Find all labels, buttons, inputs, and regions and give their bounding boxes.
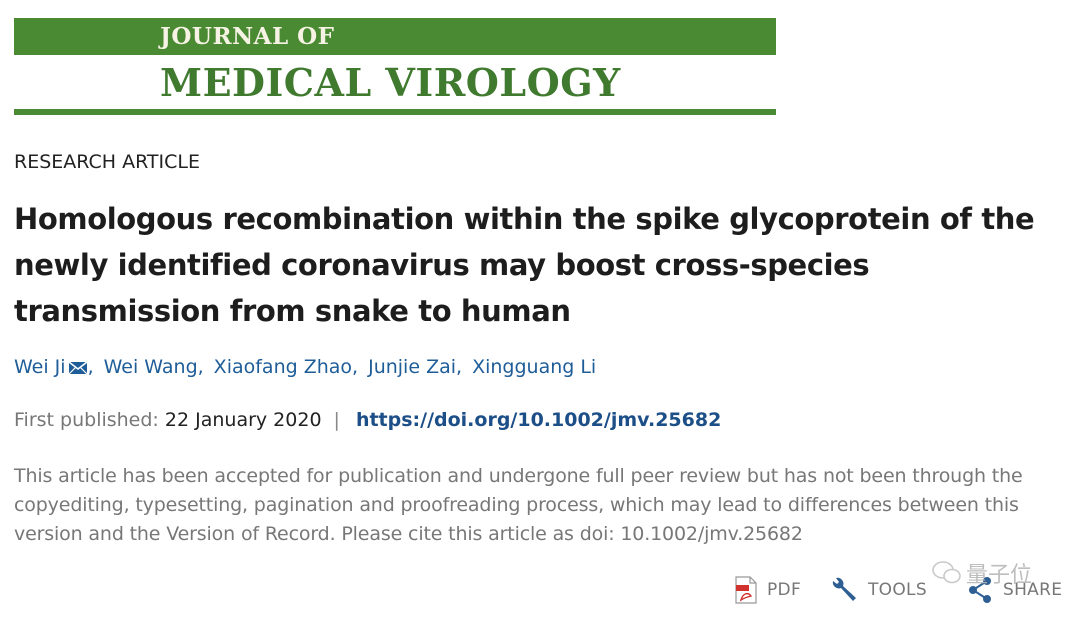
article-title: Homologous recombination within the spik… bbox=[14, 202, 1035, 328]
author-link-wei-wang[interactable]: Wei Wang bbox=[104, 356, 198, 378]
wrench-icon bbox=[832, 577, 856, 601]
publication-info: First published: 22 January 2020 | https:/… bbox=[14, 409, 721, 431]
journal-title-line1: JOURNAL OF bbox=[160, 23, 335, 50]
email-envelope-icon[interactable] bbox=[68, 360, 88, 376]
first-published-date: 22 January 2020 bbox=[164, 409, 322, 431]
author-link-xiaofang-zhao[interactable]: Xiaofang Zhao bbox=[214, 356, 352, 378]
masthead-top-band: JOURNAL OF bbox=[14, 18, 776, 55]
masthead-bottom-band: MEDICAL VIROLOGY bbox=[14, 55, 776, 111]
masthead-rule bbox=[14, 109, 776, 115]
pdf-button[interactable]: PDF bbox=[735, 575, 801, 605]
publication-separator: | bbox=[333, 409, 340, 431]
accepted-article-notice: This article has been accepted for publi… bbox=[14, 465, 1023, 545]
journal-title-line2: MEDICAL VIROLOGY bbox=[160, 60, 621, 105]
author-separator: , bbox=[456, 356, 463, 378]
wechat-icon bbox=[932, 561, 961, 584]
watermark-text: 量子位 bbox=[966, 563, 1033, 588]
article-type-label: RESEARCH ARTICLE bbox=[14, 151, 201, 173]
watermark: 量子位 bbox=[932, 556, 1032, 590]
author-link-junjie-zai[interactable]: Junjie Zai bbox=[368, 356, 456, 378]
author-separator: , bbox=[197, 356, 204, 378]
tools-button[interactable]: TOOLS bbox=[830, 575, 927, 605]
doi-link[interactable]: https://doi.org/10.1002/jmv.25682 bbox=[356, 409, 721, 431]
author-separator: , bbox=[352, 356, 359, 378]
author-link-wei-ji[interactable]: Wei Ji bbox=[14, 356, 66, 378]
author-link-xingguang-li[interactable]: Xingguang Li bbox=[472, 356, 596, 378]
first-published-label: First published: bbox=[14, 409, 159, 431]
author-list: Wei Ji, Wei Wang, Xiaofang Zhao, Junjie Zai… bbox=[14, 356, 596, 378]
journal-masthead[interactable]: JOURNAL OF MEDICAL VIROLOGY bbox=[14, 18, 776, 116]
pdf-label: PDF bbox=[767, 580, 802, 600]
author-separator: , bbox=[87, 356, 94, 378]
tools-label: TOOLS bbox=[868, 580, 927, 600]
pdf-icon bbox=[735, 576, 757, 604]
